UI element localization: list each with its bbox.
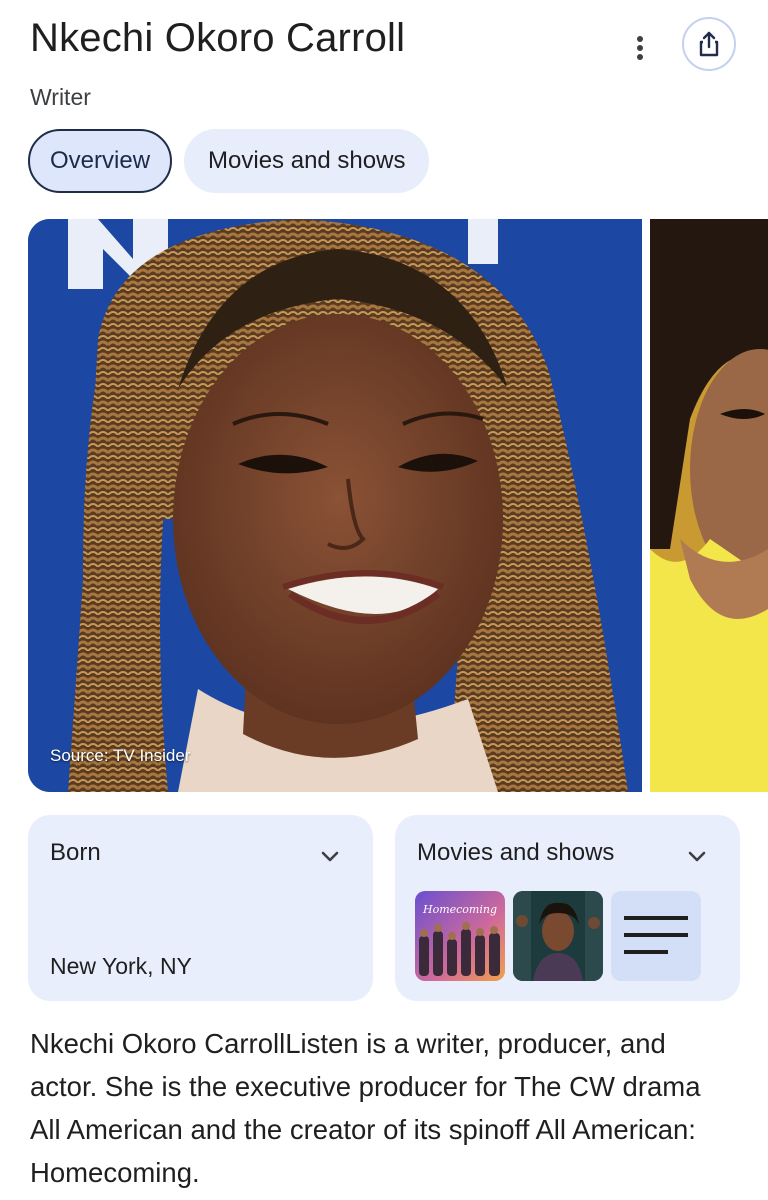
share-button[interactable]: [682, 17, 736, 71]
more-movies-button[interactable]: [611, 891, 701, 981]
description-text: Nkechi Okoro CarrollListen is a writer, …: [30, 1028, 701, 1188]
share-icon: [699, 31, 719, 57]
photo-source-caption: Source: TV Insider: [50, 746, 191, 765]
tab-bar: Overview Movies and shows: [28, 129, 430, 193]
movies-and-shows-card[interactable]: Movies and shows Homecoming: [395, 815, 740, 1001]
poster-title: Homecoming: [422, 903, 497, 916]
tab-movies-and-shows[interactable]: Movies and shows: [184, 129, 430, 193]
born-value: New York, NY: [50, 953, 192, 979]
more-options-button[interactable]: [620, 26, 660, 70]
page-title: Nkechi Okoro Carroll: [30, 16, 406, 60]
chevron-down-icon[interactable]: [316, 843, 344, 871]
poster-image: Homecoming: [415, 891, 505, 981]
more-vert-icon: [637, 36, 643, 60]
secondary-photo[interactable]: [650, 219, 768, 792]
born-card[interactable]: Born New York, NY: [28, 815, 373, 1001]
portrait-image: [28, 219, 642, 792]
movies-thumbnails: Homecoming: [415, 891, 701, 981]
page-subtitle: Writer: [30, 84, 91, 110]
chevron-down-icon[interactable]: [683, 843, 711, 871]
movie-thumbnail-all-american[interactable]: [513, 891, 603, 981]
tab-overview[interactable]: Overview: [28, 129, 173, 193]
portrait-image-2: [650, 219, 768, 792]
poster-image: [513, 891, 603, 981]
movie-thumbnail-homecoming[interactable]: Homecoming: [415, 891, 505, 981]
list-icon: [624, 916, 688, 954]
main-photo[interactable]: Source: TV Insider: [28, 219, 642, 792]
born-label: Born: [50, 839, 101, 866]
movies-and-shows-label: Movies and shows: [417, 839, 615, 866]
